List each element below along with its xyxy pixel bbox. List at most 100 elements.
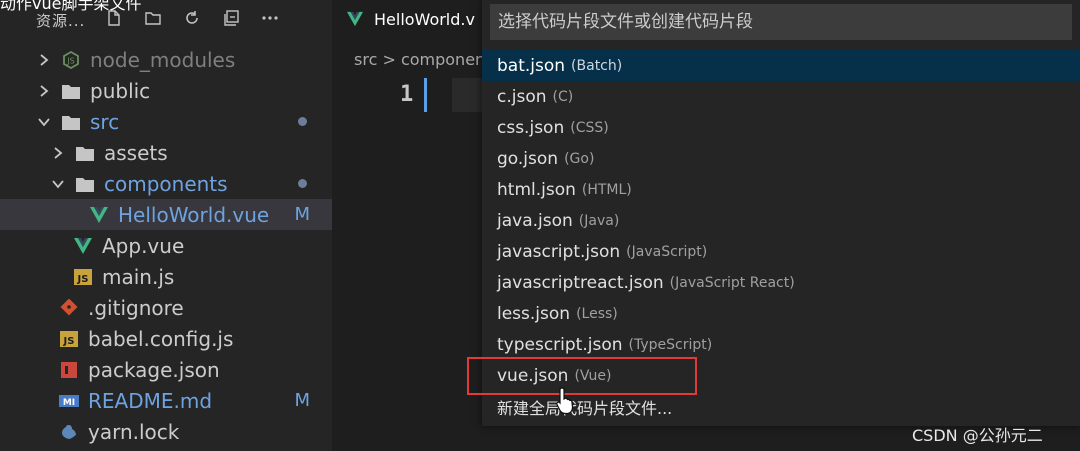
tree-item-helloworld-vue[interactable]: HelloWorld.vue M xyxy=(0,199,332,230)
tree-item-label: node_modules xyxy=(90,47,236,72)
svg-text:JS: JS xyxy=(66,56,74,65)
chevron-right-icon xyxy=(36,52,52,68)
breadcrumb[interactable]: src > componen xyxy=(354,50,485,69)
markdown-icon: MI xyxy=(58,391,80,411)
folder-open-icon xyxy=(74,174,96,194)
option-name: c.json xyxy=(497,86,547,107)
current-line-highlight xyxy=(452,78,482,112)
vue-icon xyxy=(72,236,94,256)
option-desc: (CSS) xyxy=(570,119,609,136)
option-name: javascript.json xyxy=(497,241,621,262)
refresh-icon[interactable] xyxy=(182,8,202,28)
git-modified-badge: M xyxy=(294,390,310,411)
js-icon: JS xyxy=(58,329,80,349)
tree-item-label: package.json xyxy=(88,357,220,382)
snippet-option-java[interactable]: java.json (Java) xyxy=(482,205,1080,236)
svg-text:JS: JS xyxy=(63,336,75,347)
tree-item-components[interactable]: components xyxy=(0,168,332,199)
option-desc: (Batch) xyxy=(571,57,623,74)
snippet-option-javascript[interactable]: javascript.json (JavaScript) xyxy=(482,236,1080,267)
svg-text:JS: JS xyxy=(77,274,89,285)
tree-item-label: .gitignore xyxy=(88,295,184,320)
chevron-right-icon xyxy=(36,83,52,99)
node-icon: JS xyxy=(60,50,82,70)
yarn-icon xyxy=(58,422,80,442)
explorer-actions xyxy=(104,8,280,28)
modified-dot xyxy=(298,117,307,126)
vue-icon xyxy=(88,205,110,225)
tree-item-label: babel.config.js xyxy=(88,326,234,351)
tree-item-label: public xyxy=(90,78,151,103)
git-icon xyxy=(58,298,80,318)
tree-item-yarn-lock[interactable]: yarn.lock xyxy=(0,416,332,447)
tree-item-app-vue[interactable]: App.vue xyxy=(0,230,332,261)
tree-item-label: HelloWorld.vue xyxy=(118,202,270,227)
option-name: javascriptreact.json xyxy=(497,272,664,293)
option-name: bat.json xyxy=(497,55,566,76)
hand-pointer-icon xyxy=(556,387,574,415)
explorer-header: 动作vue脚手架文件 资源... xyxy=(0,0,332,38)
vue-icon xyxy=(346,11,366,27)
text-cursor xyxy=(424,78,427,112)
tree-item-label: components xyxy=(104,171,228,196)
new-file-icon[interactable] xyxy=(104,8,124,28)
tree-item-label: src xyxy=(90,109,120,134)
option-name: java.json xyxy=(497,210,573,231)
tree-item-label: main.js xyxy=(102,264,175,289)
snippet-option-html[interactable]: html.json (HTML) xyxy=(482,174,1080,205)
snippet-option-css[interactable]: css.json (CSS) xyxy=(482,112,1080,143)
tree-item-node-modules[interactable]: JS node_modules xyxy=(0,44,332,75)
more-icon[interactable] xyxy=(260,8,280,28)
tree-item-gitignore[interactable]: .gitignore xyxy=(0,292,332,323)
option-desc: (HTML) xyxy=(581,181,632,198)
option-desc: (JavaScript React) xyxy=(669,274,795,291)
tree-item-label: App.vue xyxy=(102,233,185,258)
npm-icon xyxy=(58,360,80,380)
option-desc: (JavaScript) xyxy=(626,243,708,260)
explorer-sidebar: 动作vue脚手架文件 资源... JS node_modules public … xyxy=(0,0,332,451)
file-tree: JS node_modules public src assets compon… xyxy=(0,44,332,447)
line-number: 1 xyxy=(400,82,414,107)
chevron-right-icon xyxy=(50,145,66,161)
chevron-down-icon xyxy=(36,114,52,130)
tree-item-babel-config-js[interactable]: JS babel.config.js xyxy=(0,323,332,354)
tab-label: HelloWorld.v xyxy=(374,9,475,29)
snippet-option-go[interactable]: go.json (Go) xyxy=(482,143,1080,174)
chevron-down-icon xyxy=(50,176,66,192)
option-name: css.json xyxy=(497,117,565,138)
svg-text:MI: MI xyxy=(63,398,75,408)
snippet-option-typescript[interactable]: typescript.json (TypeScript) xyxy=(482,329,1080,360)
snippet-option-javascriptreact[interactable]: javascriptreact.json (JavaScript React) xyxy=(482,267,1080,298)
snippet-option-bat[interactable]: bat.json (Batch) xyxy=(482,50,1080,81)
snippet-option-c[interactable]: c.json (C) xyxy=(482,81,1080,112)
collapse-all-icon[interactable] xyxy=(221,8,241,28)
option-desc: (Less) xyxy=(576,305,618,322)
option-name: go.json xyxy=(497,148,559,169)
tree-item-main-js[interactable]: JS main.js xyxy=(0,261,332,292)
option-desc: (TypeScript) xyxy=(628,336,713,353)
tree-item-src[interactable]: src xyxy=(0,106,332,137)
js-icon: JS xyxy=(72,267,94,287)
folder-icon xyxy=(60,81,82,101)
modified-dot xyxy=(298,179,307,188)
new-folder-icon[interactable] xyxy=(143,8,163,28)
tree-item-label: README.md xyxy=(88,388,213,413)
quick-pick-input[interactable] xyxy=(490,4,1072,40)
tree-item-label: yarn.lock xyxy=(88,419,180,444)
tree-item-package-json[interactable]: package.json xyxy=(0,354,332,385)
explorer-title: 资源... xyxy=(36,12,86,30)
tab-helloworld-vue[interactable]: HelloWorld.v xyxy=(332,0,492,38)
option-name: less.json xyxy=(497,303,571,324)
folder-open-icon xyxy=(60,112,82,132)
tree-item-public[interactable]: public xyxy=(0,75,332,106)
tree-item-assets[interactable]: assets xyxy=(0,137,332,168)
annotation-highlight-box xyxy=(467,357,697,395)
quick-pick-input-box xyxy=(490,4,1072,40)
git-modified-badge: M xyxy=(294,204,310,225)
tree-item-readme-md[interactable]: MI README.md M xyxy=(0,385,332,416)
option-desc: (Java) xyxy=(578,212,620,229)
option-name: html.json xyxy=(497,179,576,200)
snippet-option-less[interactable]: less.json (Less) xyxy=(482,298,1080,329)
option-desc: (C) xyxy=(552,88,574,105)
watermark: CSDN @公孙元二 xyxy=(912,426,1043,445)
